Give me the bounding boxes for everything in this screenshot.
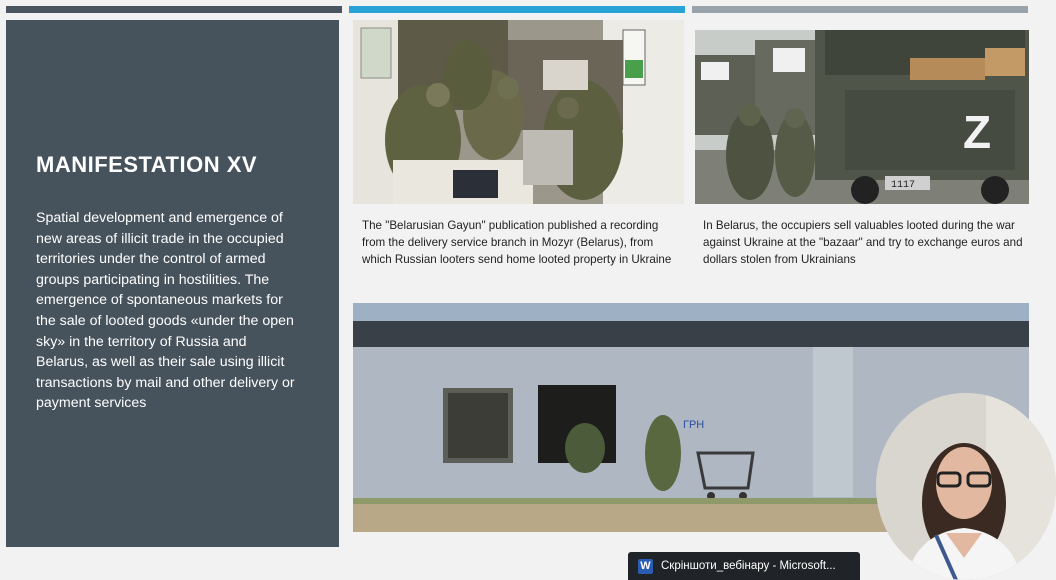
svg-text:Z: Z: [963, 106, 991, 158]
header-bar-middle: [349, 6, 685, 13]
taskbar-word-window[interactable]: W Скріншоти_вебінару - Microsoft...: [628, 552, 860, 580]
military-trucks-photo: Z 1117: [695, 30, 1029, 204]
post-office-caption: The "Belarusian Gayun" publication publi…: [362, 219, 672, 266]
truck-plate: 1117: [891, 180, 915, 191]
trucks-caption: In Belarus, the occupiers sell valuables…: [703, 219, 1023, 266]
post-office-photo: [353, 20, 684, 204]
header-bar-left: [6, 6, 342, 13]
header-bar-right: [692, 6, 1028, 13]
graffiti-text: ГРН: [683, 419, 704, 431]
slide-title: MANIFESTATION XV: [36, 152, 258, 177]
webcam-video[interactable]: [876, 393, 1056, 580]
slide-body-text: Spatial development and emergence of new…: [36, 210, 295, 412]
word-icon: W: [638, 558, 653, 574]
taskbar-item-label: Скріншоти_вебінару - Microsoft...: [661, 560, 836, 572]
